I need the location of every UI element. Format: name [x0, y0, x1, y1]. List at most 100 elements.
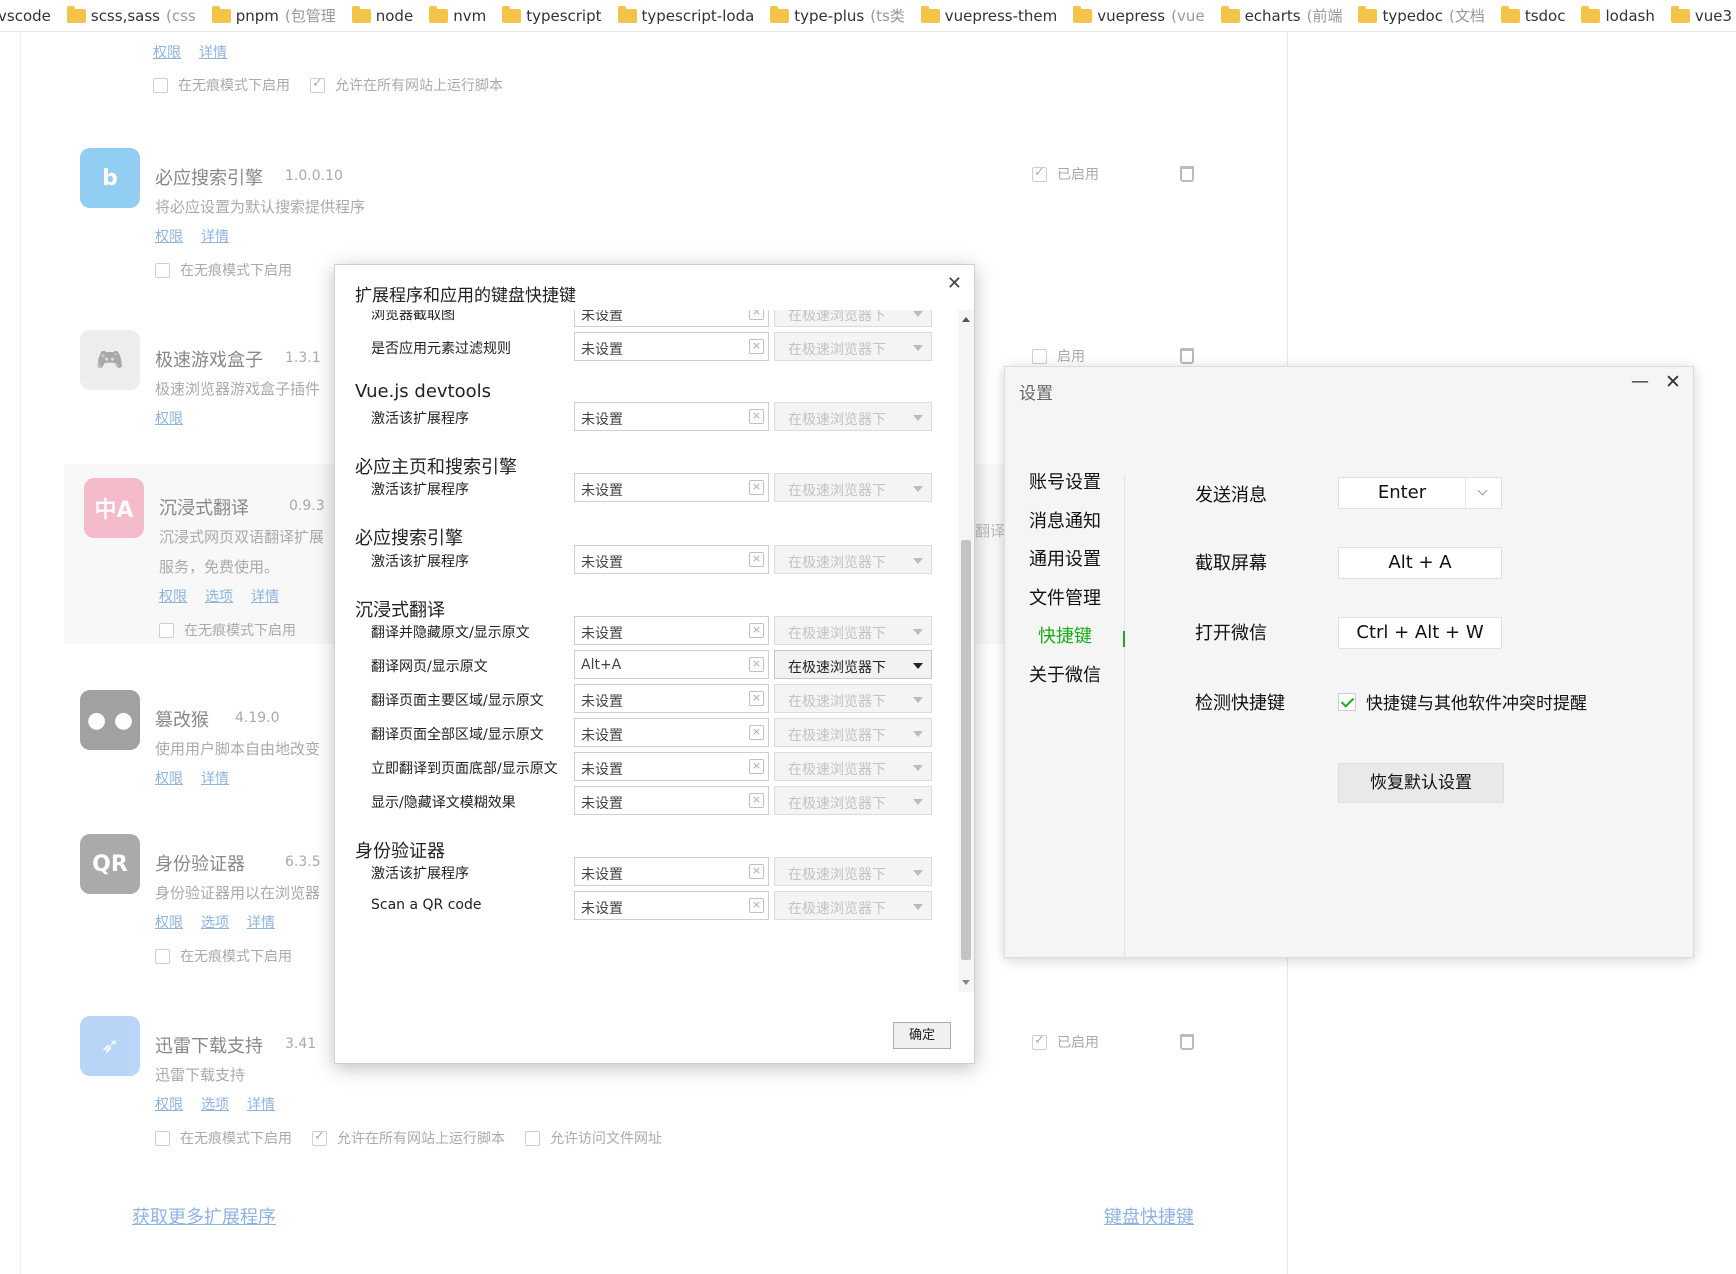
conflict-reminder-checkbox[interactable]: 快捷键与其他软件冲突时提醒 [1338, 689, 1587, 714]
scope-select[interactable]: 在极速浏览器下 [774, 684, 932, 713]
shortcut-input[interactable]: 未设置 × [574, 891, 769, 920]
scope-select[interactable]: 在极速浏览器下 [774, 857, 932, 886]
shortcut-input[interactable]: 未设置 × [574, 310, 769, 327]
settings-nav-item[interactable]: 消息通知 [1029, 510, 1119, 549]
extension-link[interactable]: 详情 [247, 915, 275, 931]
incognito-checkbox[interactable] [155, 262, 170, 278]
incognito-checkbox[interactable] [159, 622, 174, 638]
enabled-toggle[interactable]: 已启用 [1032, 164, 1099, 184]
minimize-icon[interactable]: — [1631, 371, 1649, 392]
trash-icon[interactable] [1180, 166, 1194, 182]
extension-link[interactable]: 权限 [159, 589, 187, 605]
clear-icon[interactable]: × [749, 898, 764, 913]
scope-select[interactable]: 在极速浏览器下 [774, 650, 932, 679]
detail-link[interactable]: 详情 [199, 45, 227, 61]
trash-icon[interactable] [1180, 1034, 1194, 1050]
ok-button[interactable]: 确定 [893, 1022, 951, 1049]
shortcut-input[interactable]: 未设置 × [574, 684, 769, 713]
keyboard-shortcuts-link[interactable]: 键盘快捷键 [1104, 1203, 1194, 1229]
bookmark-item[interactable]: tsdoc [1500, 5, 1565, 25]
scrollbar[interactable] [958, 310, 974, 992]
scope-select[interactable]: 在极速浏览器下 [774, 310, 932, 327]
scope-select[interactable]: 在极速浏览器下 [774, 718, 932, 747]
shortcut-input[interactable]: 未设置 × [574, 473, 769, 502]
send-message-select[interactable]: Enter [1338, 477, 1502, 509]
bookmark-item[interactable]: echarts (前端 [1220, 5, 1342, 26]
settings-nav-item[interactable]: 快捷键 [1029, 625, 1119, 664]
enabled-toggle[interactable]: 启用 [1032, 346, 1085, 366]
clear-icon[interactable]: × [749, 623, 764, 638]
bookmark-item[interactable]: lodash [1581, 5, 1655, 25]
shortcut-input[interactable]: 未设置 × [574, 786, 769, 815]
close-icon[interactable]: ✕ [1665, 371, 1681, 393]
all-sites-checkbox[interactable] [312, 1129, 327, 1146]
close-icon[interactable]: ✕ [947, 273, 962, 294]
settings-nav-item[interactable]: 通用设置 [1029, 548, 1119, 587]
clear-icon[interactable]: × [749, 793, 764, 808]
scroll-up-icon[interactable] [962, 317, 970, 322]
clear-icon[interactable]: × [749, 657, 764, 672]
incognito-checkbox[interactable] [153, 77, 168, 93]
scope-select[interactable]: 在极速浏览器下 [774, 473, 932, 502]
incognito-checkbox[interactable] [155, 948, 170, 964]
clear-icon[interactable]: × [749, 864, 764, 879]
get-more-extensions-link[interactable]: 获取更多扩展程序 [132, 1203, 276, 1229]
clear-icon[interactable]: × [749, 480, 764, 495]
open-wechat-shortcut[interactable]: Ctrl + Alt + W [1338, 617, 1502, 649]
extension-link[interactable]: 选项 [201, 1097, 229, 1113]
checkbox-icon[interactable] [1338, 692, 1356, 711]
settings-nav-item[interactable]: 账号设置 [1029, 471, 1119, 510]
shortcut-input[interactable]: 未设置 × [574, 402, 769, 431]
clear-icon[interactable]: × [749, 310, 764, 320]
incognito-checkbox[interactable] [155, 1130, 170, 1146]
clear-icon[interactable]: × [749, 759, 764, 774]
file-access-checkbox[interactable] [525, 1130, 540, 1146]
scope-select[interactable]: 在极速浏览器下 [774, 616, 932, 645]
capture-screen-shortcut[interactable]: Alt + A [1338, 547, 1502, 579]
scroll-down-icon[interactable] [962, 980, 970, 985]
shortcut-input[interactable]: 未设置 × [574, 857, 769, 886]
bookmark-item[interactable]: typescript [502, 5, 602, 25]
extension-link[interactable]: 详情 [201, 229, 229, 245]
bookmark-item[interactable]: nvm [429, 5, 486, 25]
perm-link[interactable]: 权限 [153, 45, 181, 61]
extension-link[interactable]: 选项 [205, 589, 233, 605]
scope-select[interactable]: 在极速浏览器下 [774, 545, 932, 574]
shortcut-input[interactable]: Alt+A × [574, 650, 769, 679]
extension-link[interactable]: 详情 [251, 589, 279, 605]
extension-link[interactable]: 权限 [155, 1097, 183, 1113]
bookmark-item[interactable]: typedoc (文档 [1358, 5, 1485, 26]
bookmark-item[interactable]: vue3 [1670, 5, 1732, 25]
settings-nav-item[interactable]: 文件管理 [1029, 587, 1119, 626]
bookmark-item[interactable]: pnpm (包管理 [211, 5, 336, 26]
settings-nav-item[interactable]: 关于微信 [1029, 664, 1119, 703]
shortcut-input[interactable]: 未设置 × [574, 545, 769, 574]
bookmark-item[interactable]: vuepress-them [920, 5, 1057, 25]
reset-defaults-button[interactable]: 恢复默认设置 [1338, 763, 1504, 803]
shortcut-input[interactable]: 未设置 × [574, 616, 769, 645]
all-sites-checkbox[interactable] [310, 76, 325, 93]
scope-select[interactable]: 在极速浏览器下 [774, 786, 932, 815]
bookmark-item[interactable]: typescript-loda [617, 5, 754, 25]
enabled-checkbox[interactable] [1032, 348, 1047, 364]
enabled-checkbox[interactable] [1032, 1033, 1047, 1050]
scope-select[interactable]: 在极速浏览器下 [774, 891, 932, 920]
clear-icon[interactable]: × [749, 725, 764, 740]
extension-link[interactable]: 选项 [201, 915, 229, 931]
extension-link[interactable]: 权限 [155, 411, 183, 427]
bookmark-item[interactable]: scss,sass (css [66, 5, 196, 25]
scope-select[interactable]: 在极速浏览器下 [774, 752, 932, 781]
scope-select[interactable]: 在极速浏览器下 [774, 332, 932, 361]
bookmark-item[interactable]: vscode [0, 7, 51, 25]
bookmark-item[interactable]: vuepress (vue [1073, 5, 1205, 25]
extension-link[interactable]: 权限 [155, 915, 183, 931]
enabled-checkbox[interactable] [1032, 165, 1047, 182]
clear-icon[interactable]: × [749, 409, 764, 424]
bookmark-item[interactable]: node [351, 5, 413, 25]
extension-link[interactable]: 详情 [247, 1097, 275, 1113]
clear-icon[interactable]: × [749, 339, 764, 354]
chevron-down-icon[interactable] [1465, 478, 1501, 508]
shortcut-input[interactable]: 未设置 × [574, 332, 769, 361]
extension-link[interactable]: 详情 [201, 771, 229, 787]
scroll-thumb[interactable] [961, 540, 971, 960]
